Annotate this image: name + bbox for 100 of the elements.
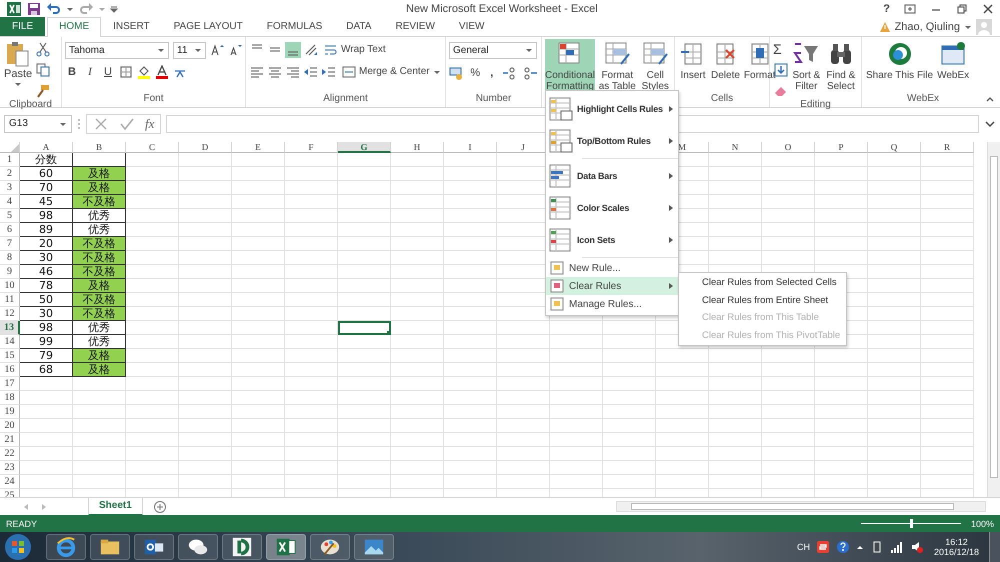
column-header[interactable]: H: [391, 142, 444, 153]
undo-icon[interactable]: [46, 0, 62, 17]
menu-item[interactable]: New Rule...: [546, 259, 678, 277]
help-icon[interactable]: [836, 540, 850, 554]
wrap-text-button[interactable]: Wrap Text: [321, 42, 386, 57]
muted-speaker-icon[interactable]: [910, 540, 924, 554]
font-color-icon[interactable]: [155, 64, 169, 79]
signal-icon[interactable]: [890, 540, 904, 554]
accounting-format-icon[interactable]: [449, 64, 465, 81]
close-icon[interactable]: [982, 2, 994, 15]
horizontal-scrollbar[interactable]: [616, 501, 986, 512]
menu-item[interactable]: Color Scales: [546, 192, 678, 224]
name-box[interactable]: G13: [4, 114, 72, 133]
vertical-scrollbar[interactable]: [987, 142, 1000, 498]
decrease-decimal-icon[interactable]: [522, 64, 538, 81]
excel-taskbar-icon[interactable]: [266, 534, 306, 560]
help-button[interactable]: ?: [883, 2, 890, 15]
start-icon[interactable]: [4, 533, 32, 561]
excel-logo-icon[interactable]: [6, 0, 22, 17]
folder-taskbar-icon[interactable]: [90, 534, 130, 560]
column-header[interactable]: R: [921, 142, 974, 153]
customize-toolbar-icon[interactable]: [110, 4, 118, 13]
grow-font-icon[interactable]: [210, 43, 224, 58]
collapse-ribbon-icon[interactable]: [986, 94, 994, 103]
insert-function-button[interactable]: fx: [145, 116, 154, 132]
editing-button[interactable]: Find & Select: [824, 38, 858, 91]
column-header[interactable]: I: [444, 142, 497, 153]
ribbon-tab[interactable]: INSERT: [101, 16, 162, 36]
menu-item[interactable]: Highlight Cells Rules: [546, 93, 678, 125]
table-cell: 分数: [20, 152, 73, 167]
selected-cell[interactable]: [338, 320, 391, 335]
autosum-button[interactable]: Σ: [773, 40, 789, 57]
paint-taskbar-icon[interactable]: [310, 534, 350, 560]
vertical-align-icon[interactable]: [285, 42, 301, 58]
underline-button[interactable]: U: [101, 66, 115, 78]
percent-button[interactable]: %: [469, 66, 482, 79]
paste-button[interactable]: Paste: [3, 38, 34, 91]
ribbon-tab[interactable]: HOME: [47, 16, 102, 37]
styles-button[interactable]: Format as Table: [597, 38, 638, 91]
fill-color-icon[interactable]: [137, 64, 151, 79]
font-name-field[interactable]: Tahoma: [65, 42, 170, 59]
styles-button[interactable]: Conditional Formatting: [545, 38, 595, 91]
font-size-field[interactable]: 11: [173, 42, 206, 59]
italic-button[interactable]: I: [83, 66, 97, 78]
app-taskbar-icon[interactable]: [222, 534, 262, 560]
column-header[interactable]: P: [815, 142, 868, 153]
zoom-thumb[interactable]: [910, 519, 913, 528]
column-header[interactable]: Q: [868, 142, 921, 153]
restore-icon[interactable]: [956, 2, 968, 15]
copy-icon[interactable]: [35, 62, 52, 78]
cut-icon[interactable]: [35, 40, 52, 57]
menu-item[interactable]: Clear Rules from Entire Sheet: [679, 292, 846, 309]
ribbon-tab[interactable]: REVIEW: [383, 16, 447, 36]
zoom-level[interactable]: 100%: [970, 518, 994, 529]
cells-button[interactable]: Delete: [710, 38, 741, 91]
styles-button[interactable]: Cell Styles: [640, 38, 671, 91]
chat-taskbar-icon[interactable]: [178, 534, 218, 560]
sheet-tab[interactable]: Sheet1: [88, 498, 143, 516]
add-sheet-icon[interactable]: [152, 500, 167, 514]
clock[interactable]: 16:12 2016/12/18: [930, 537, 983, 557]
format-painter-icon[interactable]: [35, 82, 52, 99]
row-header[interactable]: 13: [0, 320, 20, 335]
column-header[interactable]: E: [232, 142, 285, 153]
user-name[interactable]: Zhao, Qiuling: [894, 20, 960, 33]
table-cell: 98: [20, 320, 73, 335]
column-header[interactable]: C: [126, 142, 179, 153]
orientation-icon[interactable]: [303, 42, 319, 58]
merge-center-button[interactable]: Merge & Center: [339, 64, 441, 79]
mail-taskbar-icon[interactable]: [134, 534, 174, 560]
table-cell: 78: [20, 278, 73, 293]
ribbon-tab[interactable]: PAGE LAYOUT: [162, 16, 255, 36]
column-header[interactable]: G: [338, 142, 391, 153]
save-icon[interactable]: [26, 0, 42, 17]
browser-taskbar-icon[interactable]: [46, 534, 86, 560]
column-header[interactable]: D: [179, 142, 232, 153]
column-header[interactable]: N: [709, 142, 762, 153]
ime-icon[interactable]: [816, 540, 830, 554]
bold-button[interactable]: B: [65, 66, 79, 78]
webex-button[interactable]: Share This File: [865, 38, 934, 91]
show-hidden-icon[interactable]: [856, 543, 864, 551]
menu-item[interactable]: Data Bars: [546, 160, 678, 192]
menu-item[interactable]: Manage Rules...: [546, 295, 678, 313]
ribbon-tab[interactable]: DATA: [334, 16, 384, 36]
input-language[interactable]: CH: [796, 542, 810, 552]
ribbon-tab[interactable]: FILE: [0, 16, 46, 36]
webex-button[interactable]: WebEx: [936, 38, 970, 91]
comma-style-button[interactable]: ,: [486, 66, 498, 79]
ribbon-tab[interactable]: FORMULAS: [254, 16, 334, 36]
menu-item[interactable]: Clear Rules: [546, 277, 678, 295]
column-header[interactable]: O: [762, 142, 815, 153]
menu-item[interactable]: Icon Sets: [546, 224, 678, 256]
photo-viewer-taskbar-icon[interactable]: [354, 534, 394, 560]
menu-item[interactable]: Clear Rules from Selected Cells: [679, 274, 846, 292]
ribbon-tab[interactable]: VIEW: [446, 16, 496, 36]
number-format-field[interactable]: General: [449, 42, 537, 59]
shrink-font-icon[interactable]: [228, 43, 242, 58]
borders-icon[interactable]: [119, 64, 133, 79]
ribbon-display-icon[interactable]: [904, 2, 916, 15]
editing-button[interactable]: Sort & Filter: [791, 38, 822, 91]
cells-button[interactable]: Insert: [678, 38, 708, 91]
